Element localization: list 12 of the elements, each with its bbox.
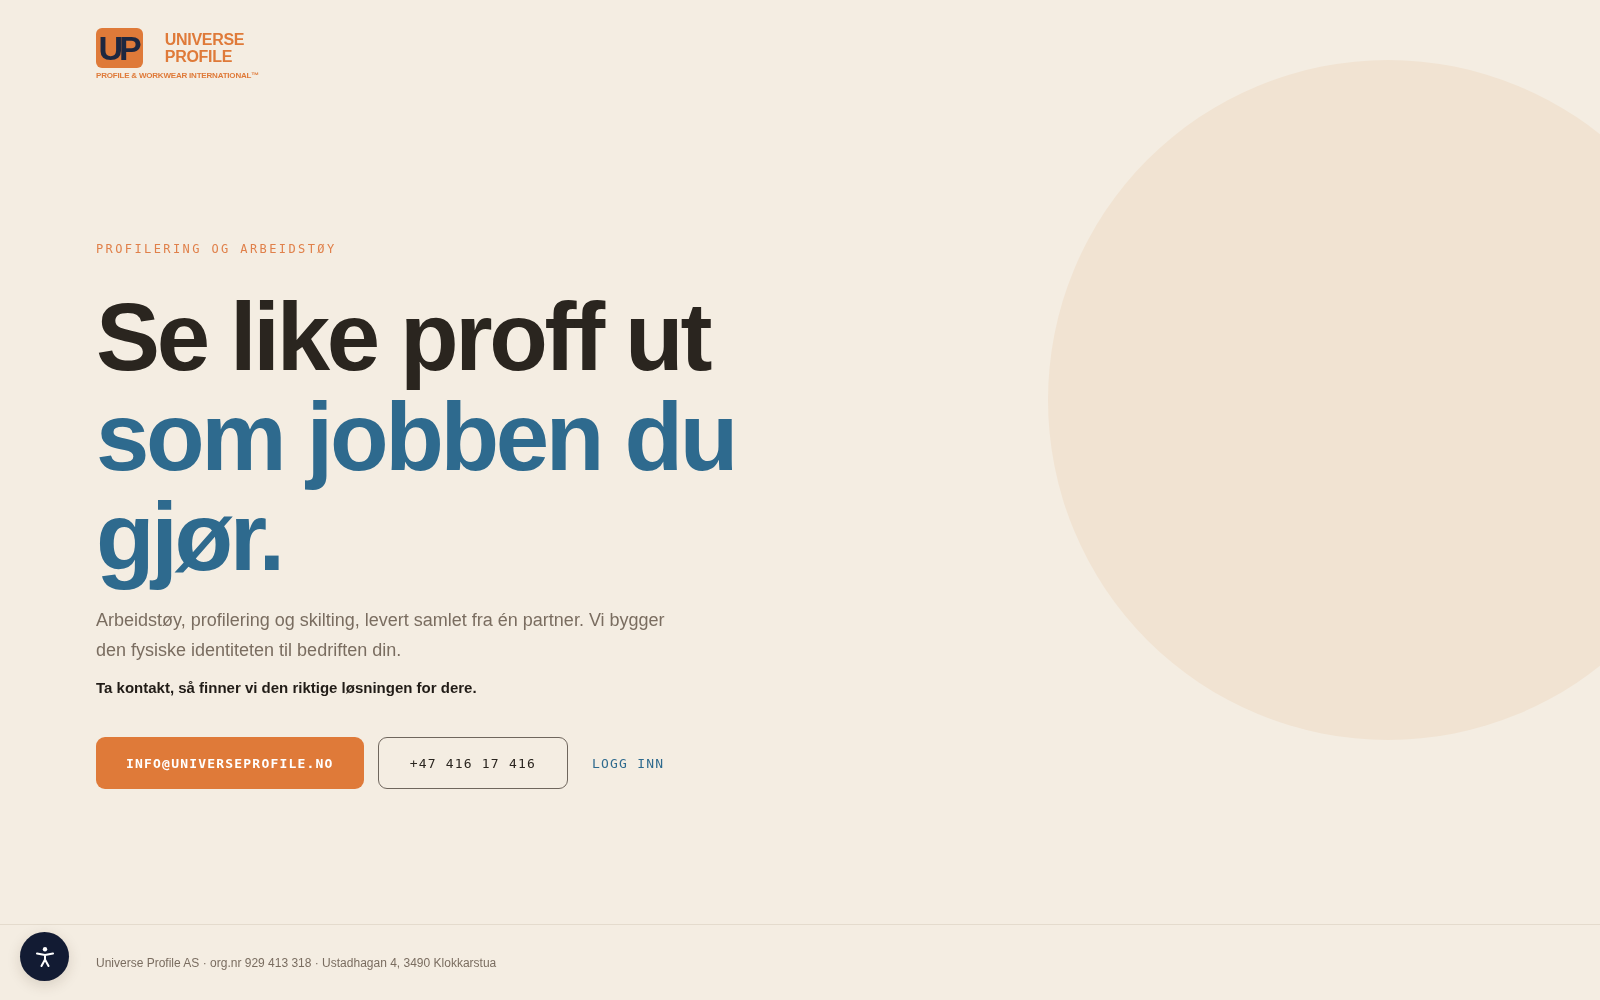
brand-tagline: PROFILE & WORKWEAR INTERNATIONAL™ — [96, 71, 260, 81]
contact-prompt: Ta kontakt, så finner vi den riktige løsningen for dere. — [96, 678, 477, 698]
login-link[interactable]: LOGG INN — [582, 747, 675, 779]
company-info: Universe Profile AS · org.nr 929 413 318 · Ustadhagan 4, 3490 Klokkarstua — [96, 955, 497, 970]
email-button[interactable]: INFO@UNIVERSEPROFILE.NO — [96, 737, 364, 789]
logo-mark: UP — [96, 28, 143, 68]
accessibility-icon — [35, 946, 54, 967]
intro-paragraph: Arbeidstøy, profilering og skilting, levert samlet fra én partner. Vi bygger den fysiske identiteten til bedriften din. — [96, 609, 666, 662]
eyebrow-label: PROFILERING OG ARBEIDSTØY — [96, 241, 337, 257]
accessibility-button[interactable] — [20, 932, 69, 981]
brand-name: UNIVERSE PROFILE — [164, 31, 246, 65]
phone-button[interactable]: +47 416 17 416 — [377, 737, 568, 789]
